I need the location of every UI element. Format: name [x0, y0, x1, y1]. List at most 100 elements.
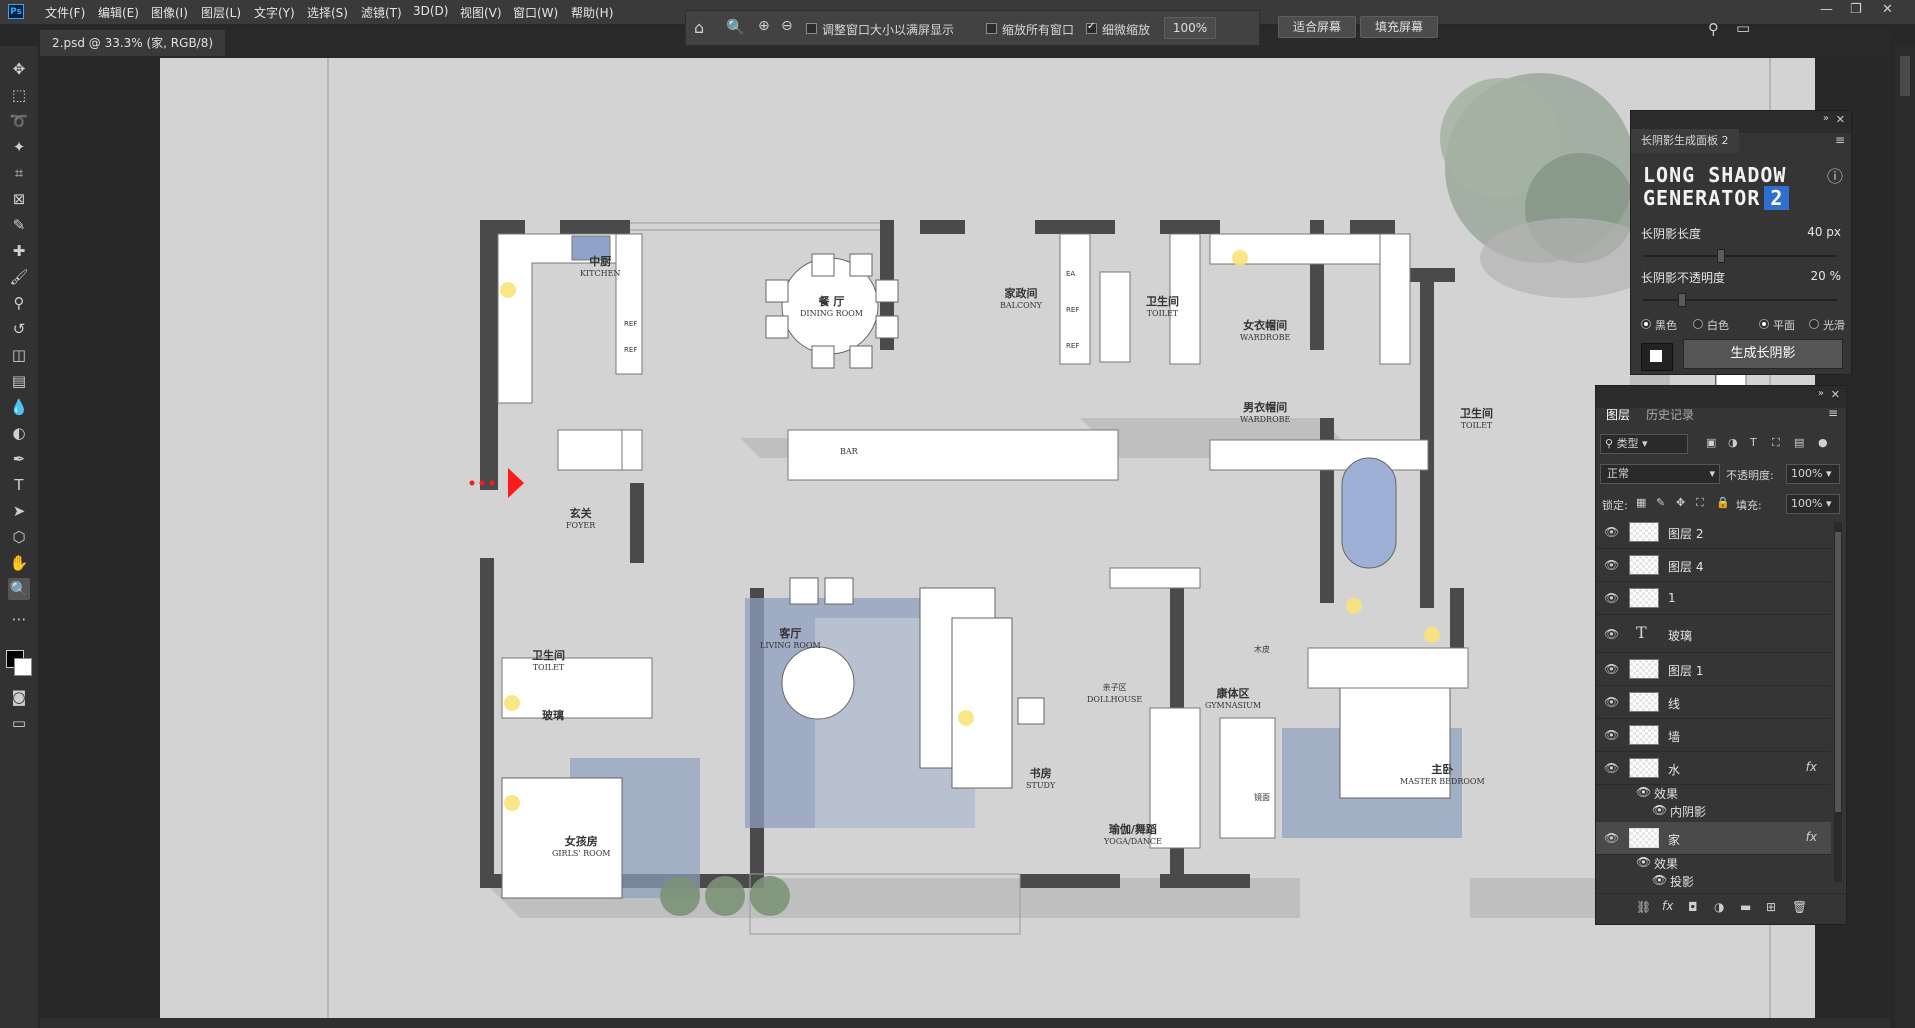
effect-eye-icon[interactable]: 👁 [1652, 803, 1667, 817]
filter-shape-icon[interactable]: ⛶ [1772, 436, 1780, 450]
visibility-eye-icon[interactable]: 👁 [1604, 695, 1619, 709]
layer-row[interactable]: 👁 水 fx [1596, 752, 1831, 785]
frame-tool-icon[interactable]: ⊠ [8, 188, 30, 210]
layer-row[interactable]: 👁 图层 4 [1596, 549, 1831, 582]
shadow-opacity-slider[interactable] [1643, 293, 1837, 307]
clone-stamp-tool-icon[interactable]: ⚲ [8, 292, 30, 314]
new-layer-icon[interactable]: ⊞ [1766, 900, 1776, 914]
hand-tool-icon[interactable]: ✋ [8, 552, 30, 574]
layer-effects-icon[interactable]: fx [1806, 830, 1817, 844]
move-tool-icon[interactable]: ✥ [8, 58, 30, 80]
document-tab[interactable]: 2.psd @ 33.3% (家, RGB/8) × [40, 30, 225, 76]
radio-smooth[interactable] [1809, 319, 1819, 329]
collapse-icon[interactable]: » [1823, 113, 1829, 124]
more-tools-icon[interactable]: ⋯ [8, 608, 30, 630]
path-selection-tool-icon[interactable]: ➤ [8, 500, 30, 522]
filter-pixel-icon[interactable]: ▣ [1706, 436, 1716, 449]
generate-long-shadow-button[interactable]: 生成长阴影 [1683, 339, 1843, 369]
info-icon[interactable]: ⓘ [1827, 163, 1843, 187]
menu-type[interactable]: 文字(Y) [254, 4, 295, 21]
lasso-tool-icon[interactable]: ➰ [8, 110, 30, 132]
menu-3d[interactable]: 3D(D) [413, 4, 448, 18]
filter-type-icon[interactable]: T [1750, 436, 1757, 449]
slider-knob[interactable] [1677, 293, 1686, 307]
home-icon[interactable]: ⌂ [694, 18, 704, 37]
lock-all-icon[interactable]: 🔒 [1716, 496, 1730, 509]
tab-history[interactable]: 历史记录 [1646, 406, 1694, 423]
lock-artboard-icon[interactable]: ⛶ [1696, 496, 1704, 510]
visibility-eye-icon[interactable]: 👁 [1604, 627, 1619, 641]
layer-row[interactable]: 👁 1 [1596, 582, 1831, 615]
brush-tool-icon[interactable]: 🖌 [8, 266, 30, 288]
pen-tool-icon[interactable]: ✒ [8, 448, 30, 470]
fill-input[interactable]: 100% ▾ [1786, 494, 1840, 514]
opacity-input[interactable]: 100% ▾ [1786, 464, 1840, 484]
layers-scrollbar[interactable] [1834, 522, 1842, 882]
layer-row[interactable]: 👁 图层 2 [1596, 516, 1831, 549]
menu-file[interactable]: 文件(F) [45, 4, 85, 21]
eyedropper-tool-icon[interactable]: ✎ [8, 214, 30, 236]
screen-mode-icon[interactable]: ▭ [8, 712, 30, 734]
panel-menu-icon[interactable]: ≡ [1835, 133, 1845, 147]
layer-row[interactable]: 👁 线 [1596, 686, 1831, 719]
effects-row[interactable]: 👁 效果 [1596, 785, 1831, 803]
quick-mask-icon[interactable]: ◙ [8, 686, 30, 708]
shape-tool-icon[interactable]: ⬡ [8, 526, 30, 548]
layer-row-selected[interactable]: 👁 家 fx [1596, 822, 1831, 855]
layer-filter-select[interactable]: ⚲ 类型 ▾ [1600, 434, 1688, 454]
add-style-icon[interactable]: fx [1662, 899, 1673, 913]
scrubby-zoom-checkbox[interactable] [1086, 21, 1097, 34]
close-panel-icon[interactable]: ✕ [1831, 388, 1840, 401]
slider-knob[interactable] [1716, 249, 1725, 263]
blend-mode-select[interactable]: 正常 ▾ [1600, 464, 1720, 484]
zoom-100-button[interactable]: 100% [1164, 17, 1216, 39]
effect-item-row[interactable]: 👁 投影 [1596, 873, 1831, 891]
shadow-length-slider[interactable] [1643, 249, 1837, 263]
effects-row[interactable]: 👁 效果 [1596, 855, 1831, 873]
history-brush-tool-icon[interactable]: ↺ [8, 318, 30, 340]
long-shadow-tab[interactable]: 长阴影生成面板 2 [1631, 129, 1739, 153]
lock-position-icon[interactable]: ✥ [1676, 496, 1685, 509]
canvas-vertical-scrollbar[interactable] [1895, 46, 1915, 1028]
layer-row[interactable]: 👁 墙 [1596, 719, 1831, 752]
close-window-icon[interactable]: ✕ [1882, 2, 1893, 17]
zoom-tool-preset-icon[interactable]: 🔍 [726, 18, 745, 36]
gradient-tool-icon[interactable]: ▤ [8, 370, 30, 392]
new-group-icon[interactable]: ▬ [1740, 900, 1751, 914]
visibility-eye-icon[interactable]: 👁 [1604, 728, 1619, 742]
lock-pixels-icon[interactable]: ✎ [1656, 496, 1665, 509]
workspace-icon[interactable]: ▭ [1736, 19, 1750, 37]
eraser-tool-icon[interactable]: ◫ [8, 344, 30, 366]
lock-transparent-icon[interactable]: ▦ [1636, 496, 1646, 509]
healing-brush-tool-icon[interactable]: ✚ [8, 240, 30, 262]
visibility-eye-icon[interactable]: 👁 [1604, 525, 1619, 539]
radio-black[interactable] [1641, 319, 1651, 329]
dodge-tool-icon[interactable]: ◐ [8, 422, 30, 444]
layer-row[interactable]: 👁 T 玻璃 [1596, 615, 1831, 653]
resize-windows-checkbox[interactable] [806, 23, 817, 34]
filter-toggle-icon[interactable]: ● [1818, 436, 1828, 449]
menu-help[interactable]: 帮助(H) [571, 4, 613, 21]
menu-layer[interactable]: 图层(L) [201, 4, 241, 21]
add-mask-icon[interactable]: ◘ [1688, 900, 1698, 914]
fit-screen-button[interactable]: 适合屏幕 [1278, 16, 1356, 38]
blur-tool-icon[interactable]: 💧 [8, 396, 30, 418]
radio-flat[interactable] [1759, 319, 1769, 329]
zoom-tool-icon[interactable]: 🔍 [8, 578, 30, 600]
visibility-eye-icon[interactable]: 👁 [1604, 558, 1619, 572]
delete-layer-icon[interactable]: 🗑 [1792, 900, 1807, 914]
visibility-eye-icon[interactable]: 👁 [1604, 591, 1619, 605]
fill-screen-button[interactable]: 填充屏幕 [1360, 16, 1438, 38]
close-panel-icon[interactable]: ✕ [1836, 113, 1845, 126]
magic-wand-tool-icon[interactable]: ✦ [8, 136, 30, 158]
layer-effects-icon[interactable]: fx [1806, 760, 1817, 774]
link-layers-icon[interactable]: ⛓ [1636, 900, 1651, 914]
effect-eye-icon[interactable]: 👁 [1652, 873, 1667, 887]
visibility-eye-icon[interactable]: 👁 [1604, 761, 1619, 775]
filter-smart-object-icon[interactable]: ▤ [1794, 436, 1804, 449]
menu-filter[interactable]: 滤镜(T) [361, 4, 402, 21]
marquee-tool-icon[interactable]: ⬚ [8, 84, 30, 106]
zoom-out-icon[interactable]: ⊖ [781, 18, 793, 34]
visibility-eye-icon[interactable]: 👁 [1604, 662, 1619, 676]
tab-layers[interactable]: 图层 [1606, 406, 1630, 423]
